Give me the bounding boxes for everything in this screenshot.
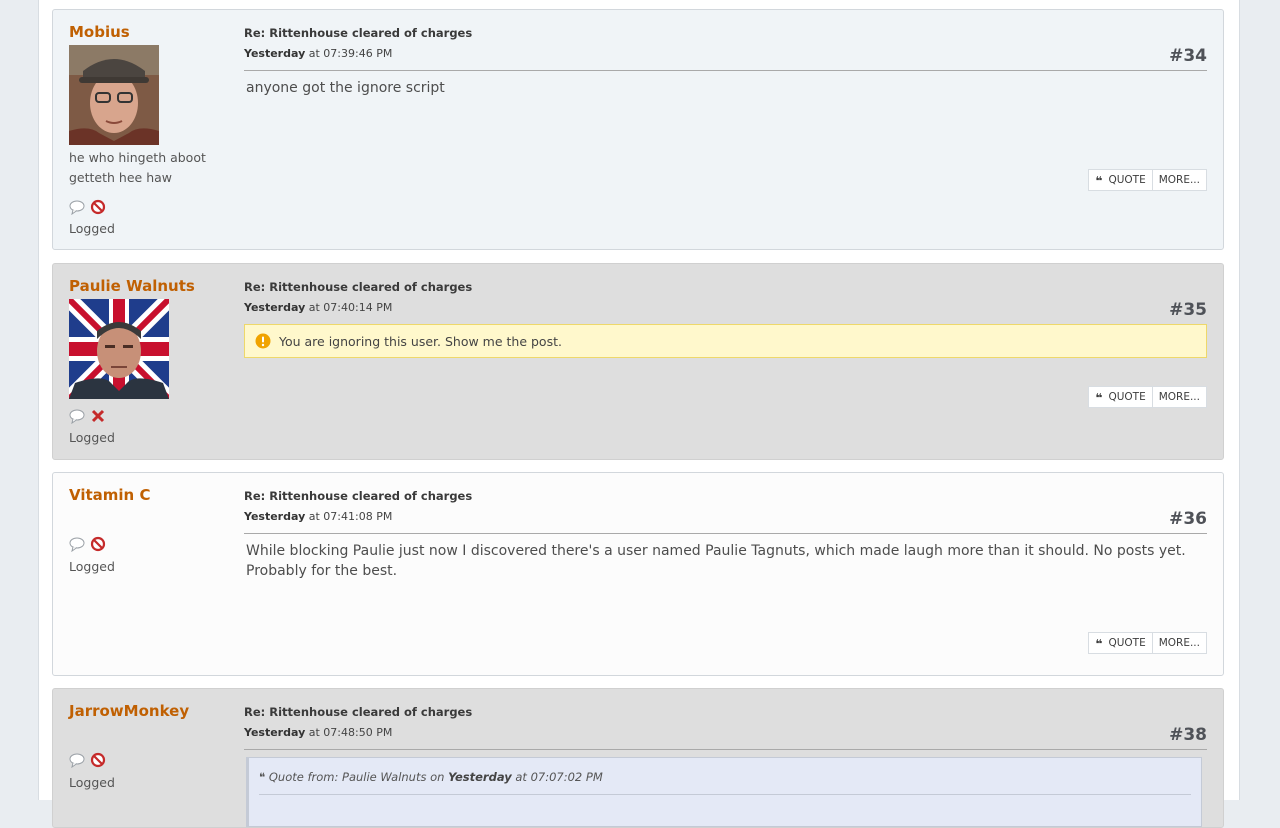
date-day: Yesterday [244, 510, 306, 523]
quote-mark-icon: ❝ [259, 770, 266, 784]
post-35: Paulie Walnuts Logged Re: Rittenhouse cl… [52, 263, 1224, 460]
quote-label: QUOTE [1108, 637, 1146, 649]
post-36: Vitamin C Logged Re: Rittenhouse cleared… [52, 472, 1224, 676]
quote-block: ❝ Quote from: Paulie Walnuts on Yesterda… [246, 757, 1202, 827]
date-time: at 07:40:14 PM [308, 301, 393, 314]
more-label: MORE... [1158, 391, 1200, 403]
username-link[interactable]: Mobius [69, 23, 130, 41]
pm-icon [69, 409, 85, 425]
more-button[interactable]: MORE... [1152, 632, 1207, 654]
quote-label: QUOTE [1108, 391, 1146, 403]
post-date: Yesterday at 07:39:46 PM [244, 47, 392, 60]
more-button[interactable]: MORE... [1152, 386, 1207, 408]
pm-icon [69, 537, 85, 553]
offline-icon [90, 199, 106, 215]
date-day: Yesterday [244, 301, 306, 314]
username-link[interactable]: JarrowMonkey [69, 702, 189, 720]
date-time: at 07:48:50 PM [308, 726, 393, 739]
quote-icon: ❝ [1095, 173, 1103, 188]
post-38: JarrowMonkey Logged Re: Rittenhouse clea… [52, 688, 1224, 828]
logged-label: Logged [69, 430, 115, 445]
post-counter-link[interactable]: #35 [1169, 300, 1207, 320]
ignored-user-notice[interactable]: You are ignoring this user. Show me the … [244, 324, 1207, 358]
quote-label: QUOTE [1108, 174, 1146, 186]
post-counter-link[interactable]: #36 [1169, 509, 1207, 529]
quote-divider [259, 794, 1191, 795]
quote-header[interactable]: ❝ Quote from: Paulie Walnuts on Yesterda… [259, 770, 603, 784]
quote-prefix: Quote from: Paulie Walnuts on [268, 770, 445, 784]
post-subject-link[interactable]: Re: Rittenhouse cleared of charges [244, 26, 472, 40]
pm-icon [69, 753, 85, 769]
pm-icon [69, 200, 85, 216]
avatar[interactable] [69, 45, 159, 145]
date-day: Yesterday [244, 726, 306, 739]
username-link[interactable]: Vitamin C [69, 486, 150, 504]
ignore-notice-text: You are ignoring this user. Show me the … [279, 333, 562, 349]
post-subject-link[interactable]: Re: Rittenhouse cleared of charges [244, 280, 472, 294]
post-date: Yesterday at 07:41:08 PM [244, 510, 392, 523]
status-icons [69, 408, 119, 425]
quote-button[interactable]: ❝ QUOTE [1088, 632, 1153, 654]
quote-day: Yesterday [448, 770, 512, 784]
status-icons [69, 752, 119, 769]
offline-icon [90, 752, 106, 768]
date-day: Yesterday [244, 47, 306, 60]
offline-icon [90, 536, 106, 552]
post-subject-link[interactable]: Re: Rittenhouse cleared of charges [244, 489, 472, 503]
post-buttons: ❝ QUOTE MORE... [1088, 386, 1207, 408]
post-divider [244, 749, 1207, 750]
more-button[interactable]: MORE... [1152, 169, 1207, 191]
post-date: Yesterday at 07:48:50 PM [244, 726, 392, 739]
quote-button[interactable]: ❝ QUOTE [1088, 169, 1153, 191]
avatar[interactable] [69, 299, 169, 399]
quote-icon: ❝ [1095, 390, 1103, 405]
logged-label: Logged [69, 559, 115, 574]
logged-label: Logged [69, 775, 115, 790]
post-subject-link[interactable]: Re: Rittenhouse cleared of charges [244, 705, 472, 719]
post-divider [244, 533, 1207, 534]
logged-label: Logged [69, 221, 115, 236]
warning-icon [255, 333, 271, 349]
date-time: at 07:41:08 PM [308, 510, 393, 523]
post-counter-link[interactable]: #34 [1169, 46, 1207, 66]
post-divider [244, 70, 1207, 71]
quote-button[interactable]: ❝ QUOTE [1088, 386, 1153, 408]
date-time: at 07:39:46 PM [308, 47, 393, 60]
post-body: anyone got the ignore script [246, 80, 445, 96]
username-link[interactable]: Paulie Walnuts [69, 277, 195, 295]
post-counter-link[interactable]: #38 [1169, 725, 1207, 745]
post-buttons: ❝ QUOTE MORE... [1088, 632, 1207, 654]
status-icons [69, 199, 119, 216]
quote-time: at 07:07:02 PM [515, 770, 603, 784]
post-date: Yesterday at 07:40:14 PM [244, 301, 392, 314]
post-body: While blocking Paulie just now I discove… [246, 543, 1186, 579]
more-label: MORE... [1158, 637, 1200, 649]
post-34: Mobius he who hingeth aboot getteth hee … [52, 9, 1224, 250]
more-label: MORE... [1158, 174, 1200, 186]
quote-icon: ❝ [1095, 636, 1103, 651]
status-icons [69, 536, 119, 553]
post-buttons: ❝ QUOTE MORE... [1088, 169, 1207, 191]
personal-text: he who hingeth aboot getteth hee haw [69, 150, 206, 185]
forum-content: Mobius he who hingeth aboot getteth hee … [38, 0, 1240, 828]
ignored-x-icon [91, 409, 105, 423]
